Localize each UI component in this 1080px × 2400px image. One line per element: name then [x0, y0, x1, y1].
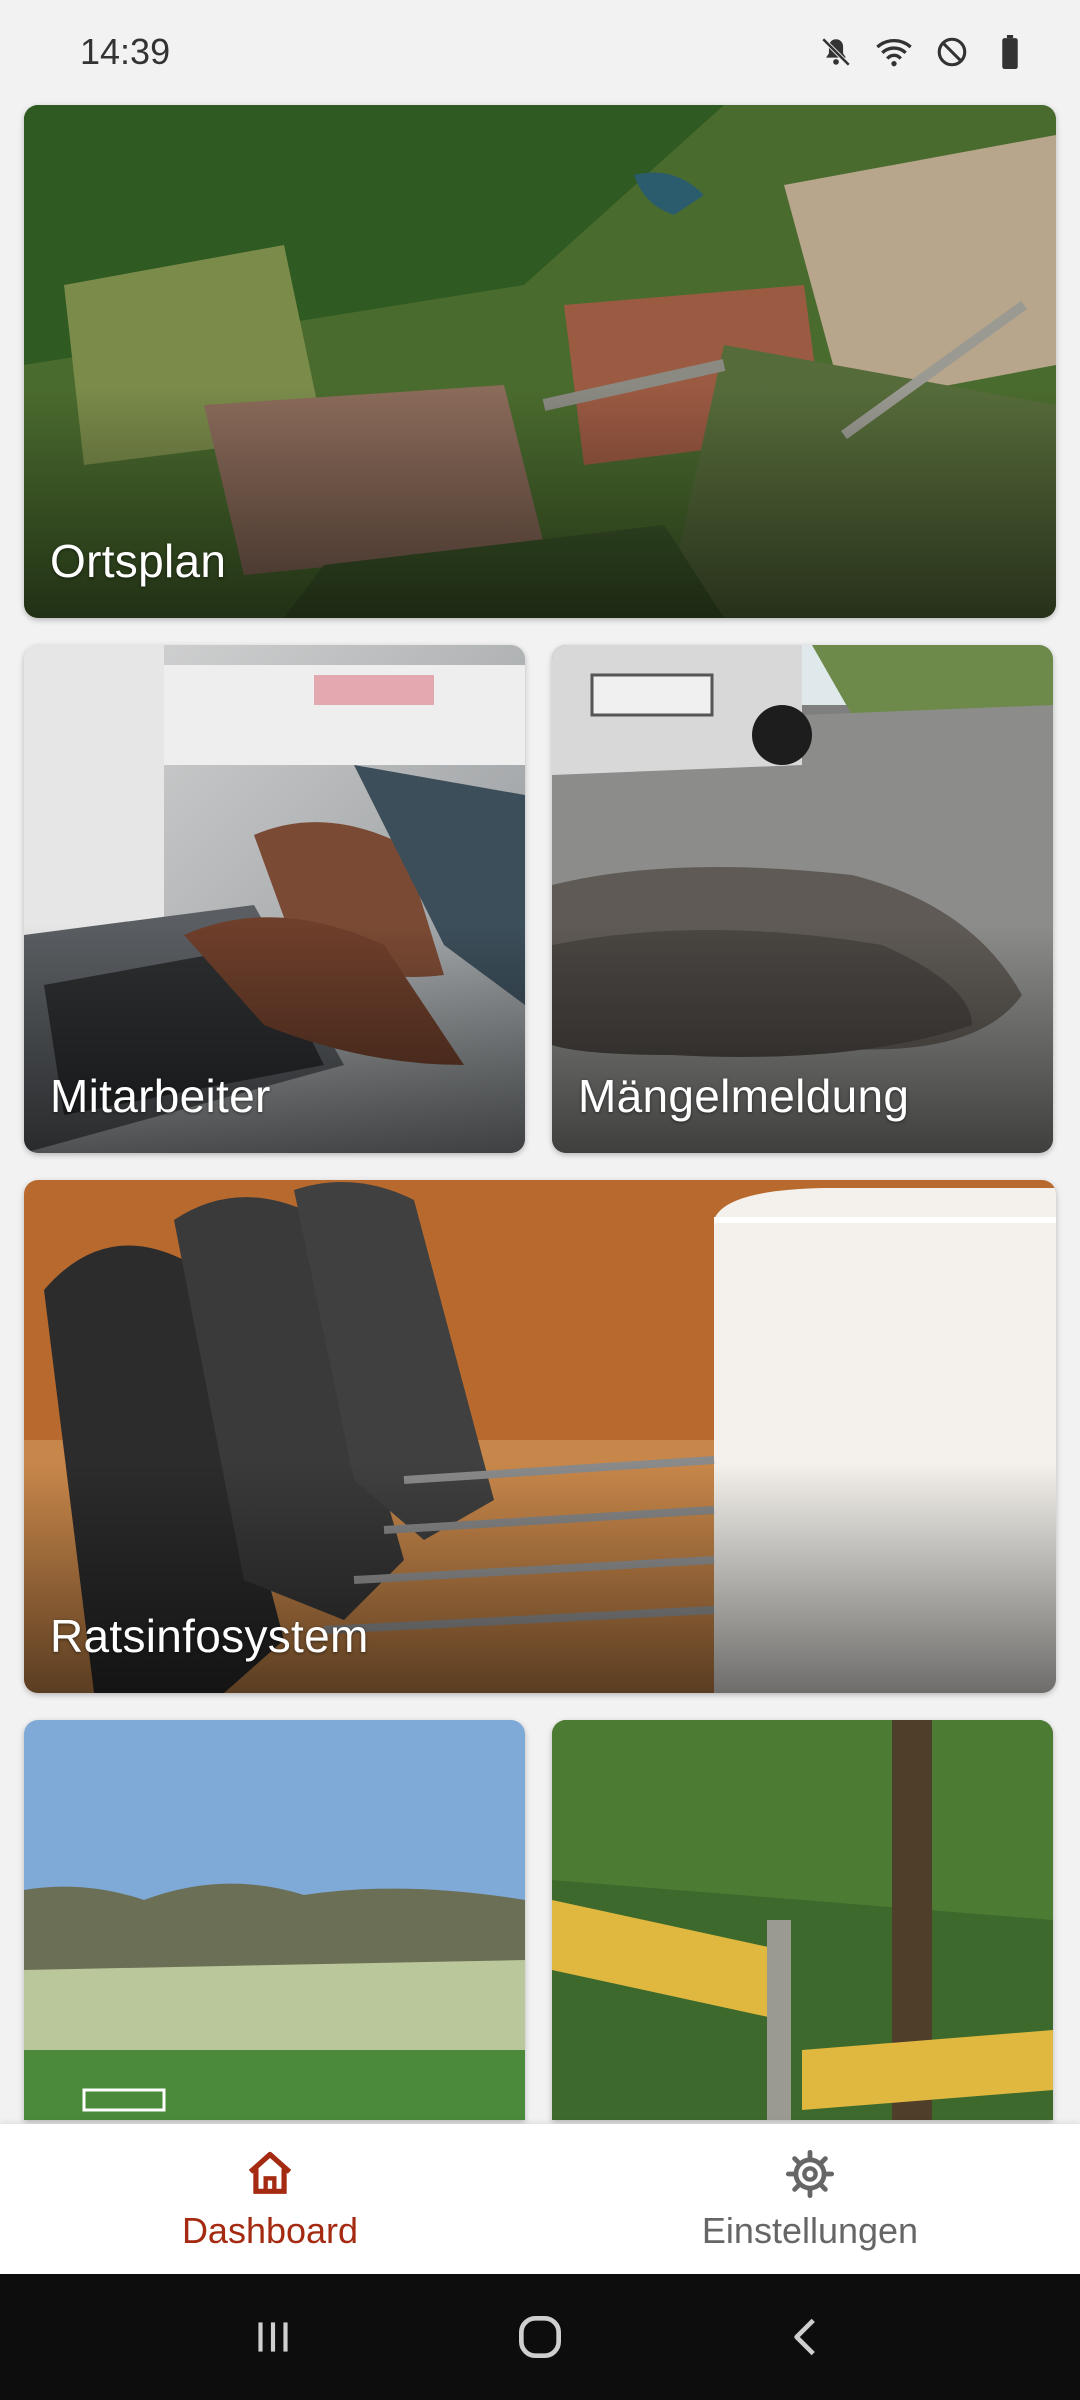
- back-icon[interactable]: [762, 2292, 852, 2382]
- tile-ortsplan[interactable]: Ortsplan: [24, 105, 1056, 618]
- tile-label-mitarbeiter: Mitarbeiter: [50, 1070, 271, 1122]
- tile-label-ortsplan: Ortsplan: [50, 535, 227, 587]
- sportplatz-image: [24, 1720, 525, 2120]
- tile-label-maengelmeldung: Mängelmeldung: [578, 1070, 910, 1122]
- tile-maengelmeldung[interactable]: Mängelmeldung: [552, 645, 1053, 1153]
- nav-einstellungen[interactable]: Einstellungen: [540, 2124, 1080, 2274]
- recent-apps-icon[interactable]: [228, 2292, 318, 2382]
- tile-label-ratsinfosystem: Ratsinfosystem: [50, 1610, 369, 1662]
- tile-ratsinfosystem[interactable]: Ratsinfosystem: [24, 1180, 1056, 1693]
- tile-sportplatz[interactable]: [24, 1720, 525, 2120]
- do-not-disturb-icon: [932, 32, 972, 72]
- home-circle-icon[interactable]: [495, 2292, 585, 2382]
- app-root: 14:39 Ortsplan Mitarbeiter Mängelmeldung…: [0, 0, 1080, 2400]
- mute-icon: [816, 32, 856, 72]
- status-bar: 14:39: [0, 0, 1080, 104]
- status-time: 14:39: [80, 31, 171, 72]
- nav-dashboard[interactable]: Dashboard: [0, 2124, 540, 2274]
- gear-icon: [782, 2146, 838, 2202]
- system-navigation-bar: [0, 2274, 1080, 2400]
- wanderwege-image: [552, 1720, 1053, 2120]
- tile-wanderwege[interactable]: [552, 1720, 1053, 2120]
- tile-mitarbeiter[interactable]: Mitarbeiter: [24, 645, 525, 1153]
- status-icons: [816, 32, 1030, 72]
- nav-dashboard-label: Dashboard: [181, 2210, 359, 2251]
- bottom-navigation: Dashboard Einstellungen: [0, 2124, 1080, 2274]
- home-icon: [242, 2146, 298, 2202]
- nav-einstellungen-label: Einstellungen: [701, 2210, 919, 2251]
- wifi-icon: [874, 32, 914, 72]
- battery-icon: [990, 32, 1030, 72]
